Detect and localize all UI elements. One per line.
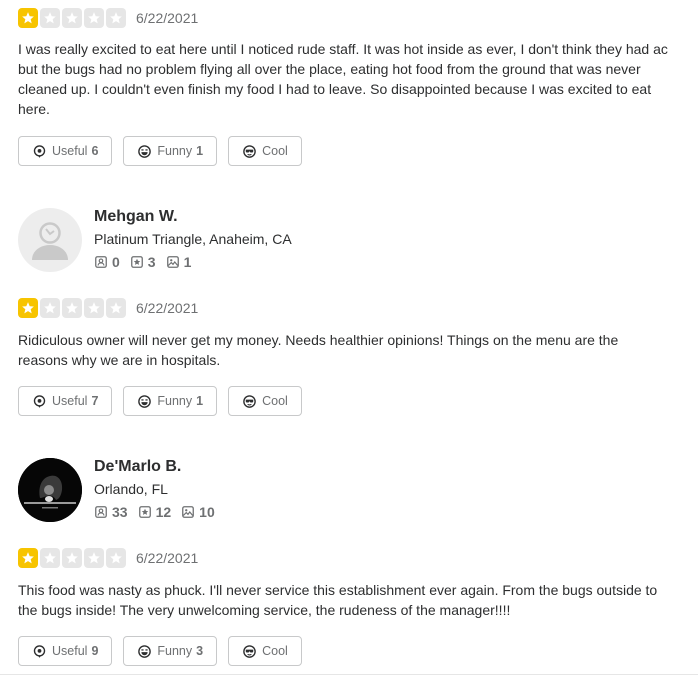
star-icon — [62, 8, 82, 28]
cool-button[interactable]: Cool — [228, 136, 302, 166]
star-icon — [62, 548, 82, 568]
divider — [0, 674, 698, 675]
friends-count: 33 — [112, 504, 128, 520]
funny-label: Funny — [157, 144, 193, 158]
useful-count: 9 — [91, 644, 99, 658]
photos-count: 1 — [183, 254, 192, 270]
photos-stat: 10 — [181, 504, 215, 520]
funny-button[interactable]: Funny 3 — [123, 636, 218, 666]
reviews-count: 3 — [147, 254, 156, 270]
cool-icon — [243, 644, 256, 658]
default-avatar-icon[interactable] — [18, 208, 82, 272]
useful-button[interactable]: Useful 6 — [18, 136, 113, 166]
cool-label: Cool — [262, 644, 288, 658]
user-location: Orlando, FL — [94, 481, 168, 497]
reviews-stat: 12 — [138, 504, 172, 520]
reviews-stat: 3 — [130, 254, 156, 270]
review-star-icon — [130, 256, 143, 268]
useful-count: 7 — [91, 394, 99, 408]
funny-icon — [138, 644, 152, 658]
useful-count: 6 — [91, 144, 99, 158]
funny-count: 3 — [196, 644, 204, 658]
useful-label: Useful — [52, 394, 88, 408]
star-icon — [106, 8, 126, 28]
user-photo[interactable] — [18, 458, 82, 522]
user-stats: 33 12 10 — [94, 504, 215, 520]
review-actions: Useful 6 Funny 1 Cool — [18, 136, 302, 166]
funny-icon — [138, 394, 152, 408]
review-date: 6/22/2021 — [136, 300, 199, 316]
user-stats: 0 3 1 — [94, 254, 191, 270]
useful-icon — [33, 394, 46, 408]
funny-icon — [138, 144, 152, 158]
star-icon — [84, 548, 104, 568]
photo-icon — [166, 256, 179, 268]
review-text: This food was nasty as phuck. I'll never… — [18, 582, 658, 618]
friends-icon — [95, 506, 107, 518]
review-rating-row: 6/22/2021 — [18, 548, 198, 568]
review-date: 6/22/2021 — [136, 550, 199, 566]
friends-stat: 33 — [94, 504, 128, 520]
useful-icon — [33, 144, 46, 158]
review-rating-row: 6/22/2021 — [18, 8, 198, 28]
star-icon — [40, 548, 60, 568]
funny-button[interactable]: Funny 1 — [123, 136, 218, 166]
person-silhouette-icon — [32, 222, 68, 260]
friends-stat: 0 — [94, 254, 120, 270]
review-actions: Useful 9 Funny 3 Cool — [18, 636, 302, 666]
user-name[interactable]: De'Marlo B. — [94, 458, 181, 476]
cool-button[interactable]: Cool — [228, 636, 302, 666]
star-icon — [18, 298, 38, 318]
photos-stat: 1 — [166, 254, 192, 270]
star-rating — [18, 8, 126, 28]
cool-icon — [243, 144, 256, 158]
photos-count: 10 — [199, 504, 215, 520]
funny-label: Funny — [157, 644, 193, 658]
photo-icon — [182, 506, 195, 518]
star-icon — [106, 548, 126, 568]
review-date: 6/22/2021 — [136, 10, 199, 26]
star-rating — [18, 298, 126, 318]
useful-label: Useful — [52, 644, 88, 658]
useful-icon — [33, 644, 46, 658]
user-location: Platinum Triangle, Anaheim, CA — [94, 231, 292, 247]
cool-icon — [243, 394, 256, 408]
star-icon — [40, 8, 60, 28]
review-rating-row: 6/22/2021 — [18, 298, 198, 318]
user-photo-image — [18, 458, 82, 522]
star-icon — [84, 298, 104, 318]
funny-button[interactable]: Funny 1 — [123, 386, 218, 416]
review-actions: Useful 7 Funny 1 Cool — [18, 386, 302, 416]
cool-label: Cool — [262, 144, 288, 158]
friends-icon — [95, 256, 107, 268]
friends-count: 0 — [112, 254, 120, 270]
star-icon — [62, 298, 82, 318]
reviews-count: 12 — [155, 504, 172, 520]
useful-button[interactable]: Useful 7 — [18, 386, 113, 416]
star-icon — [40, 298, 60, 318]
user-name[interactable]: Mehgan W. — [94, 208, 178, 226]
star-icon — [18, 548, 38, 568]
useful-button[interactable]: Useful 9 — [18, 636, 113, 666]
review-star-icon — [138, 506, 151, 518]
star-icon — [106, 298, 126, 318]
star-icon — [84, 8, 104, 28]
funny-count: 1 — [196, 144, 204, 158]
star-icon — [18, 8, 38, 28]
funny-label: Funny — [157, 394, 193, 408]
review-text: I was really excited to eat here until I… — [18, 41, 668, 117]
star-rating — [18, 548, 126, 568]
cool-button[interactable]: Cool — [228, 386, 302, 416]
review-text: Ridiculous owner will never get my money… — [18, 332, 619, 368]
cool-label: Cool — [262, 394, 288, 408]
funny-count: 1 — [196, 394, 204, 408]
useful-label: Useful — [52, 144, 88, 158]
